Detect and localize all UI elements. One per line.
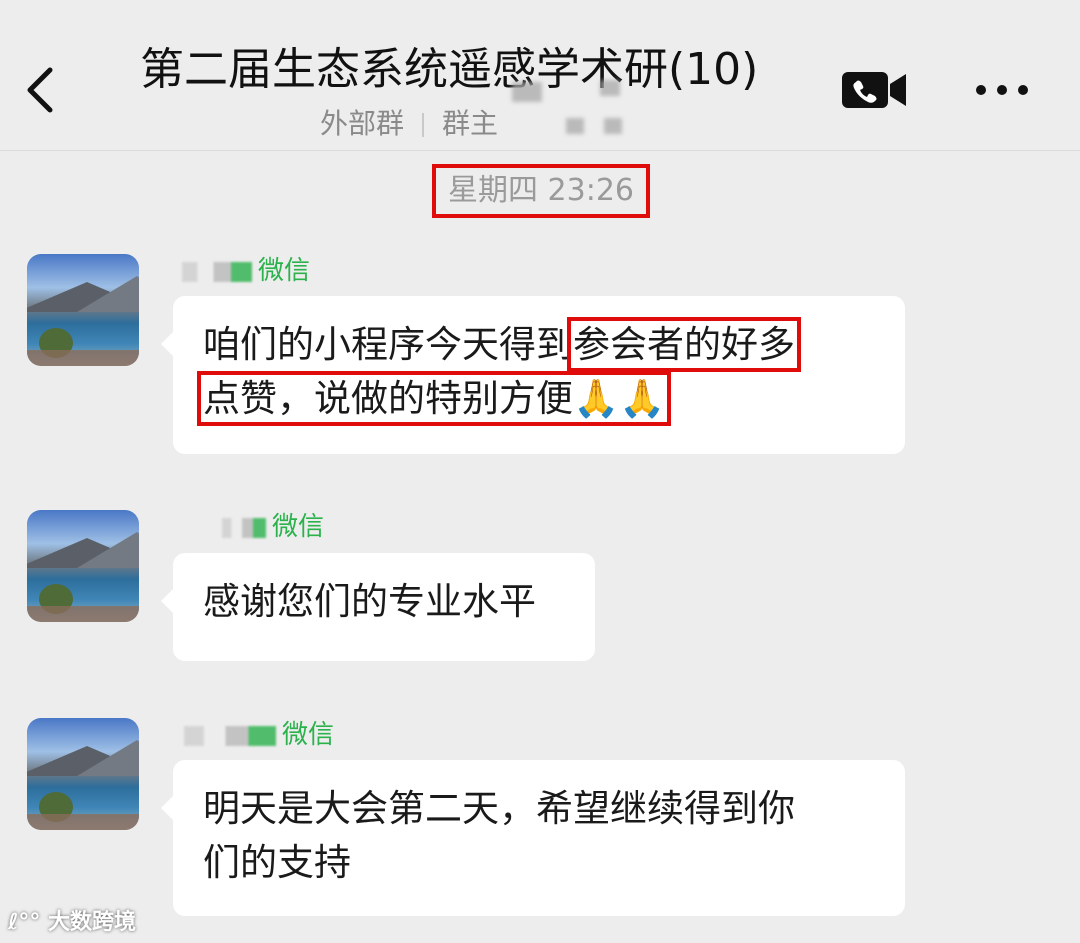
message-bubble[interactable]: 感谢您们的专业水平 [161,553,595,661]
group-owner-label: 群主 [442,107,499,140]
highlighted-text-line2: 点赞，说做的特别方便🙏🙏 [196,371,672,426]
message-line: 们的支持 [203,841,351,884]
video-call-icon [842,72,906,108]
watermark: ℓ°° 大数跨境 [8,908,136,938]
redacted-name [222,517,266,538]
group-name: 第二届生态系统遥感学术研 [140,44,668,95]
wechat-label: 微信 [272,512,325,542]
title-redaction [600,80,620,96]
message-text: 点赞，说做的特别方便 [203,377,573,420]
subtitle-redaction [566,118,584,134]
message-line: 点赞，说做的特别方便🙏🙏 [196,371,875,426]
redacted-name [184,725,276,746]
sender-avatar[interactable] [27,510,139,622]
back-button[interactable] [22,60,62,120]
message-timestamp: 星期四 23:26 [432,164,650,218]
sender-name: 微信 [222,510,324,544]
highlighted-text: 参会者的好多 [567,317,801,372]
wechat-label: 微信 [282,720,335,750]
pray-emoji-icon: 🙏🙏 [573,377,666,420]
sender-name: 微信 [184,718,334,752]
sender-name: 微信 [182,254,310,288]
message-bubble[interactable]: 明天是大会第二天，希望继续得到你 们的支持 [161,760,905,916]
title-redaction [512,82,542,102]
message-line: 明天是大会第二天，希望继续得到你 [203,787,795,830]
member-count: (10) [668,44,759,95]
subtitle-redaction [604,118,622,134]
more-icon [976,85,1028,95]
sender-avatar[interactable] [27,254,139,366]
redacted-name [182,261,252,282]
chat-title[interactable]: 第二届生态系统遥感学术研(10) [140,40,840,100]
message-line: 咱们的小程序今天得到参会者的好多 [203,317,875,372]
message-bubble[interactable]: 咱们的小程序今天得到参会者的好多 点赞，说做的特别方便🙏🙏 [161,296,905,454]
chat-subtitle: 外部群 群主 [320,104,498,144]
video-call-button[interactable] [840,68,908,112]
more-button[interactable] [972,70,1032,110]
external-group-label: 外部群 [320,107,405,140]
watermark-text: 大数跨境 [48,910,137,935]
message-text: 咱们的小程序今天得到 [203,323,573,366]
wechat-label: 微信 [258,256,311,286]
subtitle-divider [422,113,425,137]
message-text: 感谢您们的专业水平 [203,580,536,623]
watermark-logo-icon: ℓ°° [8,910,49,935]
chat-header: 第二届生态系统遥感学术研(10) 外部群 群主 [0,0,1080,151]
back-icon [27,67,53,113]
sender-avatar[interactable] [27,718,139,830]
